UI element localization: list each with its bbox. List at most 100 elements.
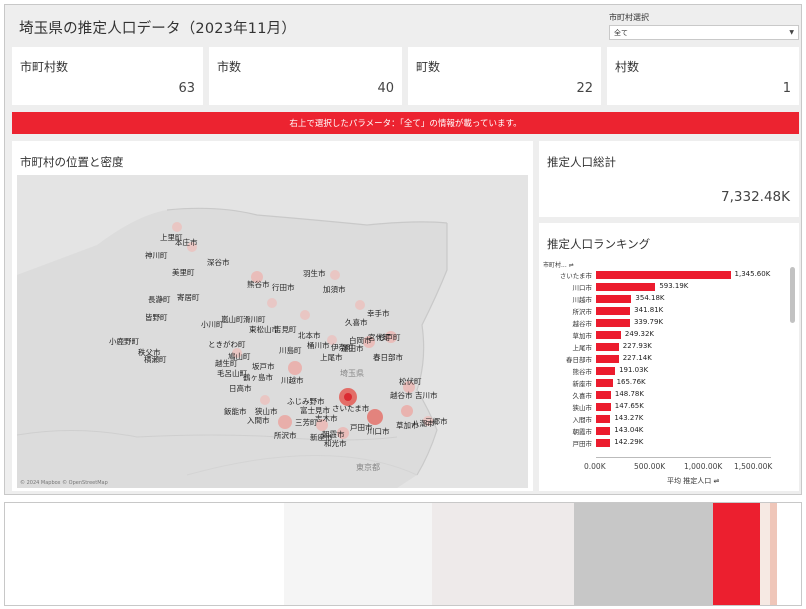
page-title: 埼玉県の推定人口データ（2023年11月） — [19, 21, 297, 37]
color-palette-strip — [4, 502, 802, 606]
ranking-bar[interactable] — [596, 283, 656, 291]
city-label: 三芳町 — [295, 418, 318, 427]
density-marker — [172, 222, 182, 232]
ranking-bar-value: 593.19K — [659, 282, 689, 290]
ranking-bar[interactable] — [596, 307, 631, 315]
city-label: 杉戸町 — [378, 333, 401, 342]
density-map[interactable]: 上里町 本庄市 神川町 深谷市 美里町 熊谷市 行田市 羽生市 加須市 長瀞町 … — [17, 175, 528, 488]
density-marker — [300, 310, 310, 320]
city-label: 志木市 — [315, 414, 338, 423]
kpi-value: 22 — [576, 81, 593, 96]
city-label: 加須市 — [323, 285, 346, 294]
kpi-label: 市数 — [217, 60, 242, 74]
ranking-bar-value: 227.93K — [622, 342, 652, 350]
ranking-bar[interactable] — [596, 355, 619, 363]
city-label: 三郷市 — [425, 417, 448, 426]
ranking-row[interactable]: 朝霞市 143.04K — [539, 426, 789, 436]
ranking-bar[interactable] — [596, 367, 616, 375]
city-label: さいたま市 — [332, 404, 370, 413]
filter-label: 市町村選択 — [609, 13, 649, 22]
ranking-bar-value: 339.79K — [633, 318, 664, 326]
city-label: 長瀞町 — [148, 295, 171, 304]
ranking-bar-value: 143.27K — [614, 414, 644, 422]
kpi-value: 40 — [377, 81, 394, 96]
ranking-row[interactable]: 新座市 165.76K — [539, 378, 789, 388]
chevron-down-icon: ▼ — [789, 29, 794, 36]
ranking-row[interactable]: 春日部市 227.14K — [539, 354, 789, 364]
city-label: 所沢市 — [274, 431, 297, 440]
density-marker — [278, 415, 292, 429]
ranking-bar[interactable] — [596, 295, 632, 303]
city-label: 寄居町 — [177, 293, 200, 302]
x-axis-tick-label: 1,500.00K — [734, 462, 773, 471]
ranking-bar[interactable] — [596, 427, 611, 435]
kpi-town-count: 町数 22 — [408, 47, 601, 105]
ranking-row[interactable]: 所沢市 341.81K — [539, 306, 789, 316]
map-panel: 市町村の位置と密度 上里町 本庄市 神川町 深谷市 美里町 熊谷市 行田市 羽生… — [12, 141, 533, 491]
ranking-bar[interactable] — [596, 319, 630, 327]
ranking-bar[interactable] — [596, 379, 613, 387]
city-label: 吉川市 — [415, 391, 438, 400]
ranking-row[interactable]: さいたま市 1,345.60K — [539, 270, 789, 280]
dashboard: 埼玉県の推定人口データ（2023年11月） 市町村選択 全て ▼ 市町村数 63… — [4, 4, 802, 495]
ranking-city-name: 朝霞市 — [572, 428, 593, 436]
city-label: 神川町 — [145, 251, 168, 260]
city-label: 蓮田市 — [341, 344, 364, 353]
city-label: 吉見町 — [274, 325, 297, 334]
city-label: 川口市 — [367, 427, 390, 436]
ranking-city-name: さいたま市 — [559, 272, 592, 280]
density-marker — [401, 405, 413, 417]
total-title: 推定人口総計 — [547, 155, 616, 169]
palette-swatch — [760, 503, 771, 605]
city-label: 嵐山町 — [221, 315, 244, 324]
ranking-city-name: 久喜市 — [572, 392, 593, 400]
sort-icon[interactable]: ⇌ — [569, 262, 574, 269]
ranking-row[interactable]: 入間市 143.27K — [539, 414, 789, 424]
ranking-city-name: 熊谷市 — [572, 368, 593, 376]
ranking-bar[interactable] — [596, 403, 611, 411]
ranking-row[interactable]: 川越市 354.18K — [539, 294, 789, 304]
ranking-bar-value: 191.03K — [619, 366, 649, 374]
ranking-bar-value: 143.04K — [614, 426, 644, 434]
ranking-scrollbar[interactable] — [790, 267, 795, 323]
ranking-bar[interactable] — [596, 271, 731, 279]
ranking-row[interactable]: 熊谷市 191.03K — [539, 366, 789, 376]
city-label: 入間市 — [247, 416, 270, 425]
ranking-bar[interactable] — [596, 391, 611, 399]
x-axis-title: 平均 推定人口 ⇌ — [667, 476, 719, 486]
city-label: 本庄市 — [175, 238, 198, 247]
city-label: 行田市 — [272, 283, 295, 292]
ranking-bar[interactable] — [596, 415, 611, 423]
ranking-column-header[interactable]: 市町村... ⇌ — [543, 260, 574, 269]
ranking-bar[interactable] — [596, 439, 611, 447]
city-label: 川島町 — [279, 346, 302, 355]
ranking-bar[interactable] — [596, 343, 619, 351]
palette-swatch — [713, 503, 761, 605]
ranking-row[interactable]: 草加市 249.32K — [539, 330, 789, 340]
ranking-bar-value: 249.32K — [624, 330, 655, 338]
sort-icon[interactable]: ⇌ — [713, 477, 719, 485]
ranking-bar-value: 142.29K — [614, 438, 644, 446]
ranking-city-name: 狭山市 — [572, 404, 593, 412]
ranking-row[interactable]: 川口市 593.19K — [539, 282, 789, 292]
city-label: 熊谷市 — [247, 280, 270, 289]
ranking-row[interactable]: 久喜市 148.78K — [539, 390, 789, 400]
ranking-row[interactable]: 越谷市 339.79K — [539, 318, 789, 328]
city-filter-dropdown[interactable]: 全て ▼ — [609, 25, 799, 40]
ranking-city-name: 上尾市 — [572, 344, 593, 352]
ranking-city-name: 春日部市 — [566, 356, 592, 364]
density-marker — [330, 270, 340, 280]
city-label: 幸手市 — [367, 309, 390, 318]
ranking-bar[interactable] — [596, 331, 621, 339]
city-label: 美里町 — [172, 268, 195, 277]
ranking-city-name: 入間市 — [572, 416, 593, 424]
tokyo-label: 東京都 — [356, 463, 380, 472]
ranking-row[interactable]: 戸田市 142.29K — [539, 438, 789, 448]
ranking-row[interactable]: 狭山市 147.65K — [539, 402, 789, 412]
column-header-label: 市町村... — [543, 262, 567, 269]
ranking-row[interactable]: 上尾市 227.93K — [539, 342, 789, 352]
density-marker — [267, 298, 277, 308]
palette-swatch — [573, 503, 714, 605]
palette-swatch — [770, 503, 778, 605]
ranking-bar-value: 341.81K — [634, 306, 664, 314]
